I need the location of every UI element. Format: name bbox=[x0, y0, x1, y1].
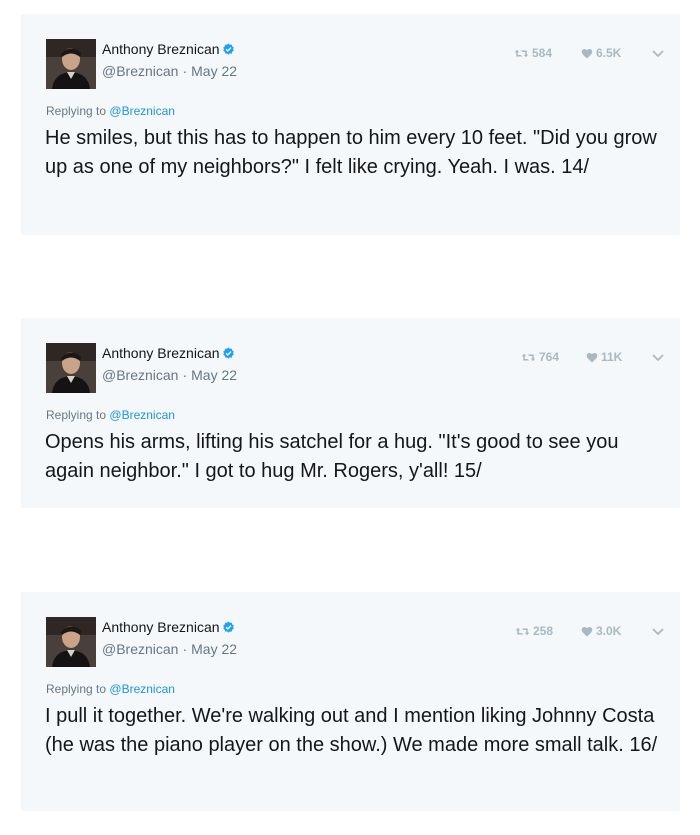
author-avatar[interactable] bbox=[46, 617, 96, 667]
like-count[interactable]: 3.0K bbox=[581, 624, 621, 638]
author-name[interactable]: Anthony Breznican bbox=[102, 345, 235, 363]
separator-dot: · bbox=[182, 641, 188, 657]
chevron-down-icon[interactable] bbox=[652, 45, 664, 63]
handle-line: @Breznican · May 22 bbox=[102, 367, 237, 383]
verified-badge-icon bbox=[222, 43, 235, 59]
handle-line: @Breznican · May 22 bbox=[102, 641, 237, 657]
replying-to-prefix: Replying to bbox=[46, 104, 107, 118]
replying-to: Replying to @Breznican bbox=[46, 104, 175, 118]
retweet-icon bbox=[521, 350, 539, 364]
author-handle[interactable]: @Breznican bbox=[102, 63, 178, 79]
author-name-text[interactable]: Anthony Breznican bbox=[102, 345, 220, 361]
author-name-text[interactable]: Anthony Breznican bbox=[102, 619, 220, 635]
author-name-text[interactable]: Anthony Breznican bbox=[102, 41, 220, 57]
chevron-down-icon[interactable] bbox=[652, 349, 664, 367]
retweet-count-text: 764 bbox=[539, 350, 560, 364]
author-name[interactable]: Anthony Breznican bbox=[102, 41, 235, 59]
like-count[interactable]: 11K bbox=[586, 350, 622, 364]
tweet-date[interactable]: May 22 bbox=[191, 63, 237, 79]
replying-to-link[interactable]: @Breznican bbox=[109, 682, 175, 696]
like-count-text: 3.0K bbox=[596, 624, 622, 638]
replying-to: Replying to @Breznican bbox=[46, 682, 175, 696]
replying-to-prefix: Replying to bbox=[46, 682, 107, 696]
replying-to-link[interactable]: @Breznican bbox=[109, 104, 175, 118]
retweet-count[interactable]: 258 bbox=[515, 624, 553, 638]
author-avatar[interactable] bbox=[46, 343, 96, 393]
separator-dot: · bbox=[182, 63, 188, 79]
heart-icon bbox=[581, 46, 596, 60]
heart-icon bbox=[586, 350, 601, 364]
like-count-text: 6.5K bbox=[596, 46, 622, 60]
heart-icon bbox=[581, 624, 596, 638]
retweet-icon bbox=[514, 46, 532, 60]
tweet-text: I pull it together. We're walking out an… bbox=[45, 705, 658, 756]
handle-line: @Breznican · May 22 bbox=[102, 63, 237, 79]
replying-to-prefix: Replying to bbox=[46, 408, 107, 422]
tweet-text: Opens his arms, lifting his satchel for … bbox=[45, 431, 619, 482]
author-handle[interactable]: @Breznican bbox=[102, 641, 178, 657]
retweet-count-text: 258 bbox=[533, 624, 554, 638]
verified-badge-icon bbox=[222, 347, 235, 363]
tweet-card: Anthony Breznican @Breznican · May 22 258 … bbox=[21, 592, 680, 811]
replying-to: Replying to @Breznican bbox=[46, 408, 175, 422]
retweet-count[interactable]: 584 bbox=[514, 46, 552, 60]
tweet-date[interactable]: May 22 bbox=[191, 367, 237, 383]
author-handle[interactable]: @Breznican bbox=[102, 367, 178, 383]
like-count[interactable]: 6.5K bbox=[581, 46, 621, 60]
verified-badge-icon bbox=[222, 621, 235, 637]
author-avatar[interactable] bbox=[46, 39, 96, 89]
tweet-card: Anthony Breznican @Breznican · May 22 584 … bbox=[21, 14, 680, 235]
tweet-text: He smiles, but this has to happen to him… bbox=[45, 127, 657, 178]
tweet-date[interactable]: May 22 bbox=[191, 641, 237, 657]
like-count-text: 11K bbox=[601, 350, 623, 364]
retweet-icon bbox=[515, 624, 533, 638]
separator-dot: · bbox=[182, 367, 188, 383]
chevron-down-icon[interactable] bbox=[652, 623, 664, 641]
replying-to-link[interactable]: @Breznican bbox=[109, 408, 175, 422]
retweet-count-text: 584 bbox=[532, 46, 553, 60]
author-name[interactable]: Anthony Breznican bbox=[102, 619, 235, 637]
tweet-card: Anthony Breznican @Breznican · May 22 764 … bbox=[21, 318, 680, 508]
retweet-count[interactable]: 764 bbox=[521, 350, 559, 364]
